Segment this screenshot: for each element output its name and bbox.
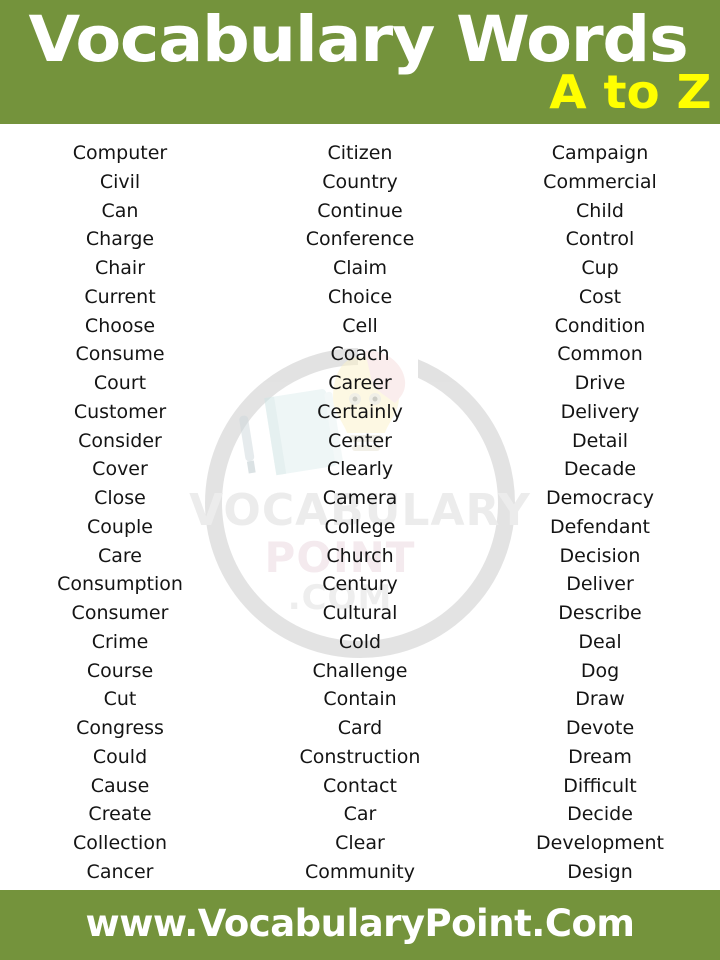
word-item: Drive [574, 372, 626, 394]
word-item: Delivery [560, 400, 640, 423]
word-item: Cup [581, 257, 619, 279]
word-item: Decision [559, 544, 641, 567]
word-item: Country [322, 170, 398, 193]
word-column-1: Computer Civil Can Charge Chair Current Choose… [0, 139, 240, 889]
word-item: Cancer [86, 860, 154, 883]
word-item: Child [576, 199, 624, 222]
word-item: Describe [558, 602, 642, 624]
word-list-container: Computer Civil Can Charge Chair Current Choose… [0, 139, 720, 889]
word-item: Democracy [545, 487, 655, 509]
page-footer: www.VocabularyPoint.Com [0, 890, 720, 960]
word-item: Couple [87, 515, 153, 538]
word-item: Deliver [566, 573, 634, 596]
word-item: Center [328, 429, 392, 452]
word-item: Contain [323, 688, 397, 711]
word-item: Campaign [551, 142, 649, 164]
word-item: Career [328, 372, 392, 394]
word-item: Dog [580, 659, 620, 682]
word-item: Detail [572, 429, 628, 452]
word-item: Charge [85, 228, 155, 251]
word-item: Coach [330, 343, 390, 366]
word-item: Chair [94, 257, 146, 279]
word-item: Contact [323, 774, 397, 797]
word-item: Continue [317, 199, 403, 222]
word-item: Congress [76, 717, 164, 739]
word-item: Conference [305, 228, 415, 251]
word-item: Draw [575, 688, 625, 711]
word-column-3: Campaign Commercial Child Control Cup Cost Con… [480, 139, 720, 889]
word-item: Defendant [550, 515, 650, 538]
word-item: Civil [99, 170, 141, 193]
word-item: Cultural [322, 602, 398, 624]
word-item: Claim [333, 257, 387, 279]
word-item: Citizen [327, 142, 393, 164]
word-item: Consume [75, 343, 165, 366]
word-item: Clear [335, 832, 385, 854]
word-item: Certainly [317, 400, 403, 423]
word-item: Commercial [543, 170, 657, 193]
word-item: Challenge [312, 659, 408, 682]
word-item: Customer [73, 400, 167, 423]
word-item: Court [93, 372, 147, 394]
word-item: Condition [554, 314, 646, 337]
word-item: Close [94, 487, 146, 509]
word-item: Computer [72, 142, 168, 164]
word-item: Dream [568, 745, 632, 768]
word-item: Camera [322, 487, 398, 509]
word-item: Could [92, 745, 148, 768]
word-item: Decide [567, 803, 633, 826]
word-item: Construction [299, 745, 421, 768]
word-item: Consumption [57, 573, 183, 596]
word-item: Choice [327, 285, 393, 308]
word-column-2: Citizen Country Continue Conference Claim Cho… [240, 139, 480, 889]
word-item: Consumer [71, 602, 169, 624]
word-item: Can [101, 199, 139, 222]
word-item: Control [565, 228, 635, 251]
word-item: Card [337, 717, 383, 739]
word-item: Cost [578, 285, 622, 308]
word-item: Cause [90, 774, 150, 797]
word-item: Current [84, 285, 156, 308]
page-header: Vocabulary Words A to Z [0, 0, 720, 124]
word-item: Difficult [563, 774, 637, 797]
word-item: Common [557, 343, 643, 366]
word-item: Consider [78, 429, 162, 452]
word-item: Course [86, 659, 154, 682]
word-item: Create [88, 803, 152, 826]
word-item: Collection [73, 832, 167, 854]
word-item: Cover [92, 458, 148, 481]
word-item: Decade [563, 458, 637, 481]
word-item: Church [326, 544, 394, 567]
word-item: Cut [103, 688, 137, 711]
word-item: Development [536, 832, 664, 854]
word-item: Care [98, 544, 142, 567]
footer-website-url: www.VocabularyPoint.Com [85, 902, 635, 945]
word-item: Design [567, 860, 633, 883]
word-item: Devote [565, 717, 635, 739]
word-item: Community [305, 860, 415, 883]
word-item: Crime [91, 630, 149, 653]
word-item: Cell [342, 314, 378, 337]
word-item: Cold [338, 630, 382, 653]
word-item: Clearly [326, 458, 394, 481]
word-item: Century [322, 573, 398, 596]
word-item: Car [343, 803, 377, 826]
page-subtitle: A to Z [549, 65, 712, 119]
word-item: Deal [578, 630, 622, 653]
word-item: Choose [84, 314, 156, 337]
word-item: College [324, 515, 396, 538]
